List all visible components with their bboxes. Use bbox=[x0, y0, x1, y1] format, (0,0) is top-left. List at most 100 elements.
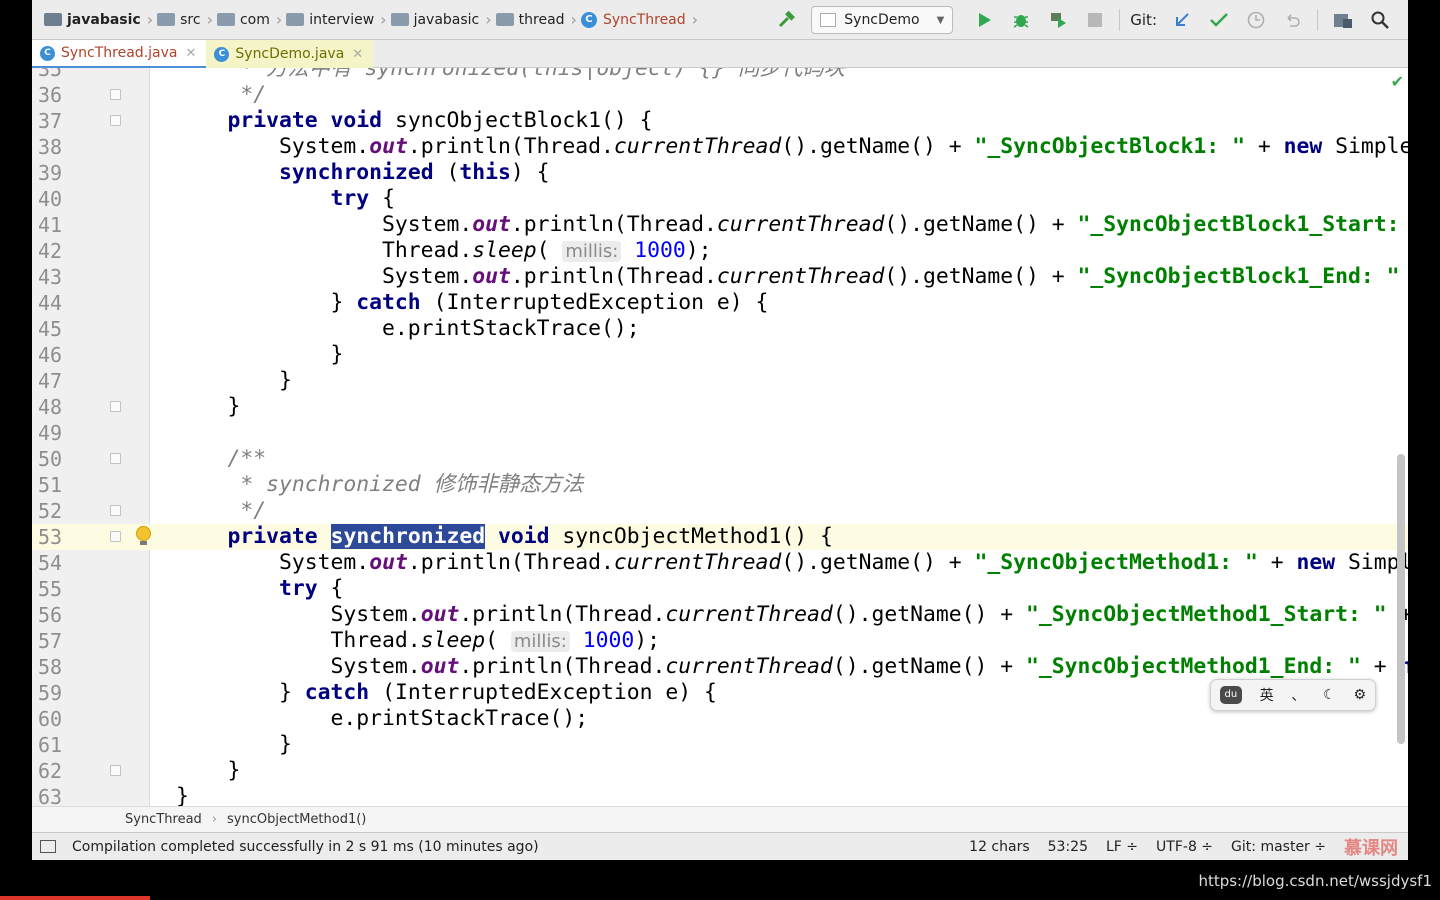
code-breadcrumb-class[interactable]: SyncThread bbox=[125, 812, 202, 827]
breadcrumb-javabasic[interactable]: javabasic › bbox=[390, 0, 496, 39]
code-line[interactable]: 63} bbox=[32, 784, 1408, 806]
code-breadcrumb-method[interactable]: syncObjectMethod1() bbox=[227, 812, 366, 827]
code-line[interactable]: 41 System.out.println(Thread.currentThre… bbox=[32, 212, 1408, 238]
moon-icon[interactable]: ☾ bbox=[1323, 687, 1336, 703]
class-icon: C bbox=[40, 45, 55, 61]
code-line[interactable]: 37 private void syncObjectBlock1() { bbox=[32, 108, 1408, 134]
code-line[interactable]: 38 System.out.println(Thread.currentThre… bbox=[32, 134, 1408, 160]
code-line[interactable]: 56 System.out.println(Thread.currentThre… bbox=[32, 602, 1408, 628]
code-line[interactable]: 36 */ bbox=[32, 82, 1408, 108]
code-line[interactable]: 50 /** bbox=[32, 446, 1408, 472]
fold-marker-icon[interactable] bbox=[110, 505, 121, 516]
close-tab-icon[interactable]: ✕ bbox=[352, 47, 363, 62]
line-number: 62 bbox=[38, 759, 63, 783]
code-line[interactable]: 47 } bbox=[32, 368, 1408, 394]
code-line[interactable]: 43 System.out.println(Thread.currentThre… bbox=[32, 264, 1408, 290]
close-tab-icon[interactable]: ✕ bbox=[185, 46, 196, 61]
vertical-scrollbar[interactable] bbox=[1397, 454, 1405, 744]
code-line[interactable]: 55 try { bbox=[32, 576, 1408, 602]
folder-icon bbox=[216, 13, 235, 26]
code-line[interactable]: 61 } bbox=[32, 732, 1408, 758]
code-line[interactable]: 62 } bbox=[32, 758, 1408, 784]
code-line[interactable]: 40 try { bbox=[32, 186, 1408, 212]
code-text: System.out.println(Thread.currentThread(… bbox=[176, 602, 1408, 627]
toolbar-divider bbox=[1119, 9, 1121, 31]
code-line[interactable]: 58 System.out.println(Thread.currentThre… bbox=[32, 654, 1408, 680]
chevron-right-icon: › bbox=[211, 812, 217, 827]
fold-marker-icon[interactable] bbox=[110, 401, 121, 412]
code-line[interactable]: 45 e.printStackTrace(); bbox=[32, 316, 1408, 342]
line-number: 60 bbox=[38, 707, 63, 731]
breadcrumb-com[interactable]: com › bbox=[216, 0, 286, 39]
debug-button[interactable] bbox=[1002, 0, 1039, 40]
intention-bulb-icon[interactable] bbox=[136, 526, 151, 545]
code-line[interactable]: 51 * synchronized 修饰非静态方法 bbox=[32, 472, 1408, 498]
run-button[interactable] bbox=[965, 0, 1002, 40]
status-bar: Compilation completed successfully in 2 … bbox=[32, 832, 1408, 860]
git-commit-button[interactable] bbox=[1200, 0, 1237, 40]
line-number: 45 bbox=[38, 317, 63, 341]
code-line[interactable]: 46 } bbox=[32, 342, 1408, 368]
code-text: private synchronized void syncObjectMeth… bbox=[227, 524, 833, 549]
code-editor[interactable]: 35 * 方法中有 synchronized(this|object) {} 同… bbox=[32, 68, 1408, 806]
code-text: e.printStackTrace(); bbox=[176, 706, 589, 731]
gear-icon[interactable]: ⚙ bbox=[1354, 687, 1367, 703]
code-text: try { bbox=[279, 576, 344, 601]
breadcrumb-thread[interactable]: thread › bbox=[495, 0, 581, 39]
git-branch-select[interactable]: Git: master ÷ bbox=[1231, 839, 1326, 855]
code-line[interactable]: 42 Thread.sleep( millis: 1000); bbox=[32, 238, 1408, 264]
run-with-coverage-button[interactable] bbox=[1039, 0, 1076, 40]
project-structure-button[interactable] bbox=[1324, 0, 1361, 40]
git-update-button[interactable] bbox=[1163, 0, 1200, 40]
code-line[interactable]: 44 } catch (InterruptedException e) { bbox=[32, 290, 1408, 316]
line-number: 47 bbox=[38, 369, 63, 393]
code-line[interactable]: 60 e.printStackTrace(); bbox=[32, 706, 1408, 732]
breadcrumb-project[interactable]: javabasic › bbox=[44, 0, 157, 39]
tab-syncthread[interactable]: C SyncThread.java ✕ bbox=[32, 40, 207, 68]
line-number: 38 bbox=[38, 135, 63, 159]
blog-url-watermark: https://blog.csdn.net/wssjdysf1 bbox=[1198, 872, 1432, 890]
code-line[interactable]: 57 Thread.sleep( millis: 1000); bbox=[32, 628, 1408, 654]
tool-window-toggle-icon[interactable] bbox=[40, 840, 56, 853]
breadcrumb-syncthread[interactable]: C SyncThread › bbox=[580, 0, 702, 39]
code-line[interactable]: 48 } bbox=[32, 394, 1408, 420]
breadcrumb-interview[interactable]: interview › bbox=[286, 0, 390, 39]
fold-marker-icon[interactable] bbox=[110, 89, 121, 100]
ime-language-toggle[interactable]: 英 bbox=[1260, 685, 1274, 705]
stop-button[interactable] bbox=[1076, 0, 1113, 40]
run-configuration-select[interactable]: SyncDemo ▼ bbox=[811, 6, 954, 34]
code-line[interactable]: 54 System.out.println(Thread.currentThre… bbox=[32, 550, 1408, 576]
git-history-button[interactable] bbox=[1237, 0, 1274, 40]
encoding-select[interactable]: UTF-8 ÷ bbox=[1156, 839, 1213, 855]
tab-syncdemo[interactable]: C SyncDemo.java ✕ bbox=[206, 40, 374, 68]
status-message: Compilation completed successfully in 2 … bbox=[72, 838, 539, 855]
code-text: } catch (InterruptedException e) { bbox=[176, 680, 717, 705]
search-everywhere-button[interactable] bbox=[1361, 0, 1398, 40]
fold-marker-icon[interactable] bbox=[110, 531, 121, 542]
class-icon: C bbox=[580, 11, 597, 28]
code-line[interactable]: 59 } catch (InterruptedException e) { bbox=[32, 680, 1408, 706]
fold-marker-icon[interactable] bbox=[110, 453, 121, 464]
fold-marker-icon[interactable] bbox=[110, 765, 121, 776]
build-hammer-button[interactable] bbox=[768, 0, 805, 40]
code-text: /** bbox=[176, 446, 267, 471]
chevron-right-icon: › bbox=[380, 10, 387, 29]
code-text: * synchronized 修饰非静态方法 bbox=[176, 472, 584, 497]
code-text: System.out.println(Thread.currentThread(… bbox=[176, 654, 1408, 679]
code-line[interactable]: 49 bbox=[32, 420, 1408, 446]
code-line[interactable]: 52 */ bbox=[32, 498, 1408, 524]
breadcrumb-src[interactable]: src › bbox=[157, 0, 217, 39]
line-number: 55 bbox=[38, 577, 63, 601]
runnable-class-icon: C bbox=[214, 46, 230, 62]
search-icon bbox=[1371, 11, 1389, 29]
ime-punctuation-toggle[interactable]: 、 bbox=[1291, 685, 1305, 705]
code-line[interactable]: 35 * 方法中有 synchronized(this|object) {} 同… bbox=[32, 68, 1408, 82]
play-icon bbox=[978, 13, 991, 27]
code-line[interactable]: 39 synchronized (this) { bbox=[32, 160, 1408, 186]
caret-position[interactable]: 53:25 bbox=[1048, 839, 1088, 855]
code-line[interactable]: 53 private synchronized void syncObjectM… bbox=[32, 524, 1408, 550]
git-revert-button[interactable] bbox=[1274, 0, 1311, 40]
line-separator-select[interactable]: LF ÷ bbox=[1106, 839, 1138, 855]
fold-marker-icon[interactable] bbox=[110, 115, 121, 126]
code-text: e.printStackTrace(); bbox=[176, 316, 640, 341]
